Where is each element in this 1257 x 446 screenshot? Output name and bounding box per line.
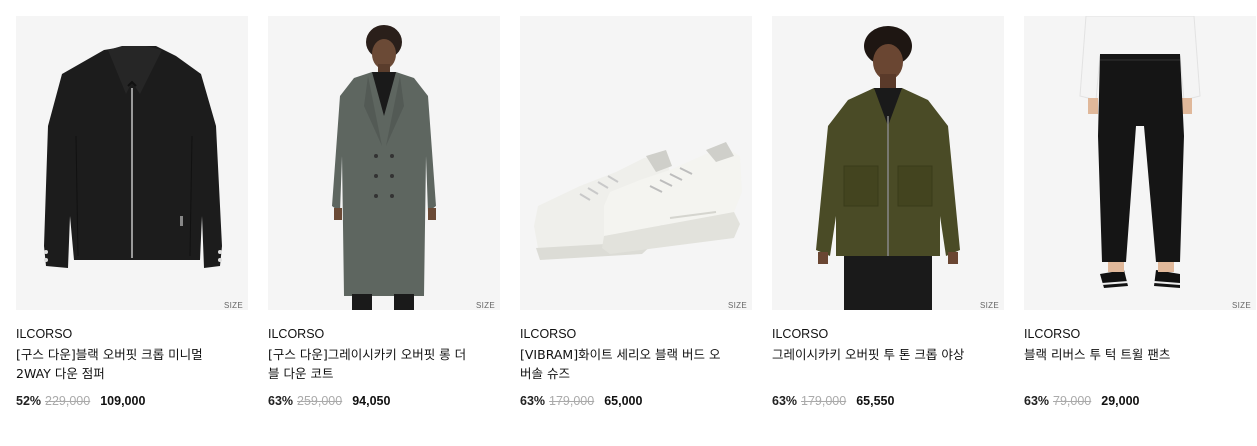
sale-price: 109,000 (100, 394, 146, 408)
product-name[interactable]: [VIBRAM]화이트 세리오 블랙 버드 오버솔 슈즈 (520, 345, 725, 383)
product-price: 63% 179,000 65,550 (772, 393, 1004, 409)
product-image-grayish-khaki-long-coat[interactable]: SIZE (268, 16, 500, 310)
product-brand[interactable]: ILCORSO (520, 327, 752, 342)
size-tag[interactable]: SIZE (1232, 301, 1251, 310)
product-image-khaki-field-jacket[interactable]: SIZE (772, 16, 1004, 310)
black-tuck-pants-image (1079, 16, 1201, 288)
product-name[interactable]: 블랙 리버스 투 턱 트윌 팬츠 (1024, 345, 1229, 383)
product-brand[interactable]: ILCORSO (16, 327, 248, 342)
discount-rate: 63% (1024, 394, 1050, 408)
product-price: 63% 79,000 29,000 (1024, 393, 1256, 409)
product-name[interactable]: [구스 다운]블랙 오버핏 크롭 미니멀 2WAY 다운 점퍼 (16, 345, 221, 383)
original-price: 179,000 (801, 394, 847, 408)
product-brand[interactable]: ILCORSO (772, 327, 1004, 342)
discount-rate: 63% (520, 394, 546, 408)
sale-price: 65,550 (856, 394, 895, 408)
product-brand[interactable]: ILCORSO (268, 327, 500, 342)
product-price: 63% 179,000 65,000 (520, 393, 752, 409)
product-card[interactable]: SIZE ILCORSO 그레이시카키 오버핏 투 톤 크롭 야상 63% 179… (772, 16, 1004, 409)
product-name[interactable]: 그레이시카키 오버핏 투 톤 크롭 야상 (772, 345, 977, 383)
size-tag[interactable]: SIZE (476, 301, 495, 310)
black-down-jacket-image (44, 46, 222, 268)
product-name[interactable]: [구스 다운]그레이시카키 오버핏 롱 더블 다운 코트 (268, 345, 473, 383)
product-card[interactable]: SIZE ILCORSO 블랙 리버스 투 턱 트윌 팬츠 63% 79,000 2… (1024, 16, 1256, 409)
grayish-khaki-long-coat-image (332, 25, 436, 310)
white-sneakers-image (534, 142, 742, 260)
product-image-white-sneakers[interactable]: SIZE (520, 16, 752, 310)
sale-price: 29,000 (1101, 394, 1140, 408)
size-tag[interactable]: SIZE (728, 301, 747, 310)
sale-price: 94,050 (352, 394, 391, 408)
sale-price: 65,000 (604, 394, 643, 408)
size-tag[interactable]: SIZE (224, 301, 243, 310)
product-price: 52% 229,000 109,000 (16, 393, 248, 409)
product-card[interactable]: SIZE ILCORSO [VIBRAM]화이트 세리오 블랙 버드 오버솔 슈… (520, 16, 752, 409)
product-image-black-down-jacket[interactable]: SIZE (16, 16, 248, 310)
discount-rate: 63% (772, 394, 798, 408)
original-price: 229,000 (45, 394, 91, 408)
khaki-field-jacket-image (816, 26, 960, 310)
product-price: 63% 259,000 94,050 (268, 393, 500, 409)
size-tag[interactable]: SIZE (980, 301, 999, 310)
discount-rate: 63% (268, 394, 294, 408)
original-price: 79,000 (1053, 394, 1092, 408)
original-price: 179,000 (549, 394, 595, 408)
product-card[interactable]: SIZE ILCORSO [구스 다운]그레이시카키 오버핏 롱 더블 다운 코… (268, 16, 500, 409)
product-grid: SIZE ILCORSO [구스 다운]블랙 오버핏 크롭 미니멀 2WAY 다… (0, 0, 1257, 446)
product-brand[interactable]: ILCORSO (1024, 327, 1256, 342)
discount-rate: 52% (16, 394, 42, 408)
product-card[interactable]: SIZE ILCORSO [구스 다운]블랙 오버핏 크롭 미니멀 2WAY 다… (16, 16, 248, 409)
product-image-black-tuck-pants[interactable]: SIZE (1024, 16, 1256, 310)
original-price: 259,000 (297, 394, 343, 408)
